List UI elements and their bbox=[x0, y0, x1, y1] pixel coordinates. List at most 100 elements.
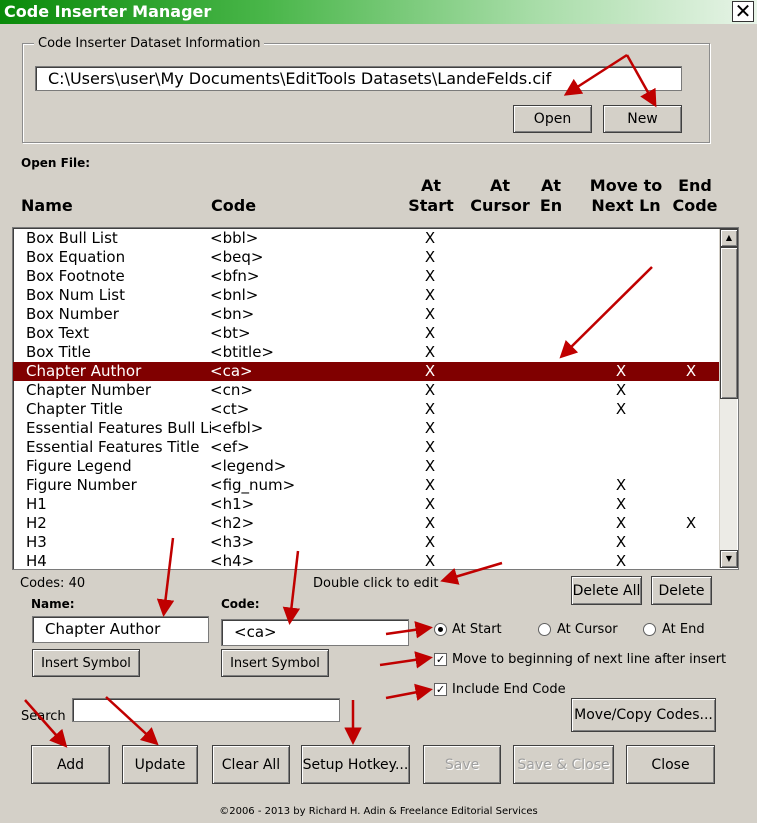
table-row[interactable]: Essential Features Bull List <efbl> X bbox=[13, 419, 719, 438]
scroll-thumb[interactable] bbox=[720, 247, 738, 399]
cell-code: <bbl> bbox=[210, 229, 259, 247]
cell-name: Chapter Title bbox=[26, 400, 123, 418]
table-row[interactable]: Chapter Number <cn> X X bbox=[13, 381, 719, 400]
dataset-path-input[interactable]: C:\Users\user\My Documents\EditTools Dat… bbox=[35, 66, 682, 91]
cell-code: <h4> bbox=[210, 552, 255, 570]
cell-name: Box Equation bbox=[26, 248, 126, 266]
code-input[interactable]: <ca> bbox=[221, 619, 409, 646]
cell-move-next: X bbox=[615, 362, 627, 380]
cell-move-next: X bbox=[615, 476, 627, 494]
table-row[interactable]: Chapter Author <ca> X X X bbox=[13, 362, 719, 381]
include-end-code-checkbox[interactable]: ✓ bbox=[434, 683, 447, 696]
table-row[interactable]: H4 <h4> X X bbox=[13, 552, 719, 570]
save-button[interactable]: Save bbox=[423, 745, 501, 784]
table-row[interactable]: H2 <h2> X X X bbox=[13, 514, 719, 533]
cell-at-start: X bbox=[424, 286, 436, 304]
name-insert-symbol-button[interactable]: Insert Symbol bbox=[32, 649, 140, 677]
name-field-label: Name: bbox=[31, 597, 75, 611]
scroll-down-icon[interactable]: ▼ bbox=[720, 550, 738, 568]
table-row[interactable]: Box Text <bt> X bbox=[13, 324, 719, 343]
table-row[interactable]: Chapter Title <ct> X X bbox=[13, 400, 719, 419]
move-copy-codes-button[interactable]: Move/Copy Codes... bbox=[571, 698, 716, 732]
cell-name: H1 bbox=[26, 495, 47, 513]
arrow-to-move-next bbox=[379, 651, 433, 669]
delete-button[interactable]: Delete bbox=[651, 576, 712, 605]
cell-at-start: X bbox=[424, 305, 436, 323]
cell-code: <h3> bbox=[210, 533, 255, 551]
at-start-label: At Start bbox=[452, 622, 502, 637]
search-label: Search bbox=[21, 709, 66, 724]
close-icon[interactable]: ✕ bbox=[732, 1, 754, 22]
codes-count: Codes: 40 bbox=[20, 576, 86, 591]
cell-code: <bn> bbox=[210, 305, 255, 323]
table-row[interactable]: Box Title <btitle> X bbox=[13, 343, 719, 362]
search-input[interactable] bbox=[72, 698, 340, 722]
cell-move-next: X bbox=[615, 514, 627, 532]
cell-name: Figure Legend bbox=[26, 457, 132, 475]
cell-at-start: X bbox=[424, 457, 436, 475]
table-row[interactable]: H3 <h3> X X bbox=[13, 533, 719, 552]
close-button[interactable]: Close bbox=[626, 745, 715, 784]
cell-code: <h2> bbox=[210, 514, 255, 532]
cell-name: Box Number bbox=[26, 305, 119, 323]
move-next-line-checkbox[interactable]: ✓ bbox=[434, 653, 447, 666]
table-row[interactable]: Figure Number <fig_num> X X bbox=[13, 476, 719, 495]
cell-at-start: X bbox=[424, 552, 436, 570]
table-row[interactable]: Box Footnote <bfn> X bbox=[13, 267, 719, 286]
cell-move-next: X bbox=[615, 533, 627, 551]
table-row[interactable]: Essential Features Title <ef> X bbox=[13, 438, 719, 457]
column-header-at-end: At En bbox=[539, 176, 563, 215]
table-row[interactable]: Box Num List <bnl> X bbox=[13, 286, 719, 305]
cell-at-start: X bbox=[424, 343, 436, 361]
scroll-up-icon[interactable]: ▲ bbox=[720, 229, 738, 247]
table-row[interactable]: H1 <h1> X X bbox=[13, 495, 719, 514]
cell-name: Box Text bbox=[26, 324, 89, 342]
dataset-group-label: Code Inserter Dataset Information bbox=[34, 36, 265, 51]
move-next-line-label: Move to beginning of next line after ins… bbox=[452, 652, 727, 667]
codes-list[interactable]: Box Bull List <bbl> X Box Equation <beq> X Box… bbox=[12, 227, 739, 570]
table-row[interactable]: Box Number <bn> X bbox=[13, 305, 719, 324]
cell-name: Essential Features Title bbox=[26, 438, 200, 456]
cell-at-start: X bbox=[424, 267, 436, 285]
add-button[interactable]: Add bbox=[31, 745, 110, 784]
radio-dot-icon bbox=[438, 627, 443, 632]
setup-hotkey-button[interactable]: Setup Hotkey... bbox=[301, 745, 410, 784]
cell-code: <btitle> bbox=[210, 343, 274, 361]
cell-at-start: X bbox=[424, 400, 436, 418]
name-input[interactable]: Chapter Author bbox=[32, 616, 209, 643]
save-close-button[interactable]: Save & Close bbox=[513, 745, 614, 784]
table-row[interactable]: Box Equation <beq> X bbox=[13, 248, 719, 267]
cell-code: <ct> bbox=[210, 400, 250, 418]
at-end-radio[interactable] bbox=[643, 623, 656, 636]
cell-end-code: X bbox=[685, 362, 697, 380]
cell-at-start: X bbox=[424, 495, 436, 513]
at-cursor-radio[interactable] bbox=[538, 623, 551, 636]
at-start-radio[interactable] bbox=[434, 623, 447, 636]
cell-name: Essential Features Bull List bbox=[26, 419, 211, 437]
open-button[interactable]: Open bbox=[513, 105, 592, 133]
list-scrollbar[interactable]: ▲ ▼ bbox=[719, 229, 738, 568]
delete-all-button[interactable]: Delete All bbox=[571, 576, 642, 605]
cell-move-next: X bbox=[615, 552, 627, 570]
cell-code: <h1> bbox=[210, 495, 255, 513]
new-button[interactable]: New bbox=[603, 105, 682, 133]
column-header-code: Code bbox=[211, 196, 257, 215]
code-field-label: Code: bbox=[221, 597, 260, 611]
cell-move-next: X bbox=[615, 381, 627, 399]
code-insert-symbol-button[interactable]: Insert Symbol bbox=[221, 649, 329, 677]
update-button[interactable]: Update bbox=[122, 745, 198, 784]
cell-name: Box Bull List bbox=[26, 229, 118, 247]
window-title: Code Inserter Manager bbox=[0, 0, 757, 24]
cell-name: H4 bbox=[26, 552, 47, 570]
cell-name: Chapter Number bbox=[26, 381, 151, 399]
column-header-at-start: At Start bbox=[408, 176, 454, 215]
clear-all-button[interactable]: Clear All bbox=[212, 745, 290, 784]
cell-at-start: X bbox=[424, 324, 436, 342]
open-file-label: Open File: bbox=[21, 156, 91, 170]
cell-at-start: X bbox=[424, 381, 436, 399]
cell-code: <beq> bbox=[210, 248, 264, 266]
column-header-move-next: Move to Next Ln bbox=[589, 176, 663, 215]
at-cursor-label: At Cursor bbox=[557, 622, 618, 637]
table-row[interactable]: Box Bull List <bbl> X bbox=[13, 229, 719, 248]
table-row[interactable]: Figure Legend <legend> X bbox=[13, 457, 719, 476]
